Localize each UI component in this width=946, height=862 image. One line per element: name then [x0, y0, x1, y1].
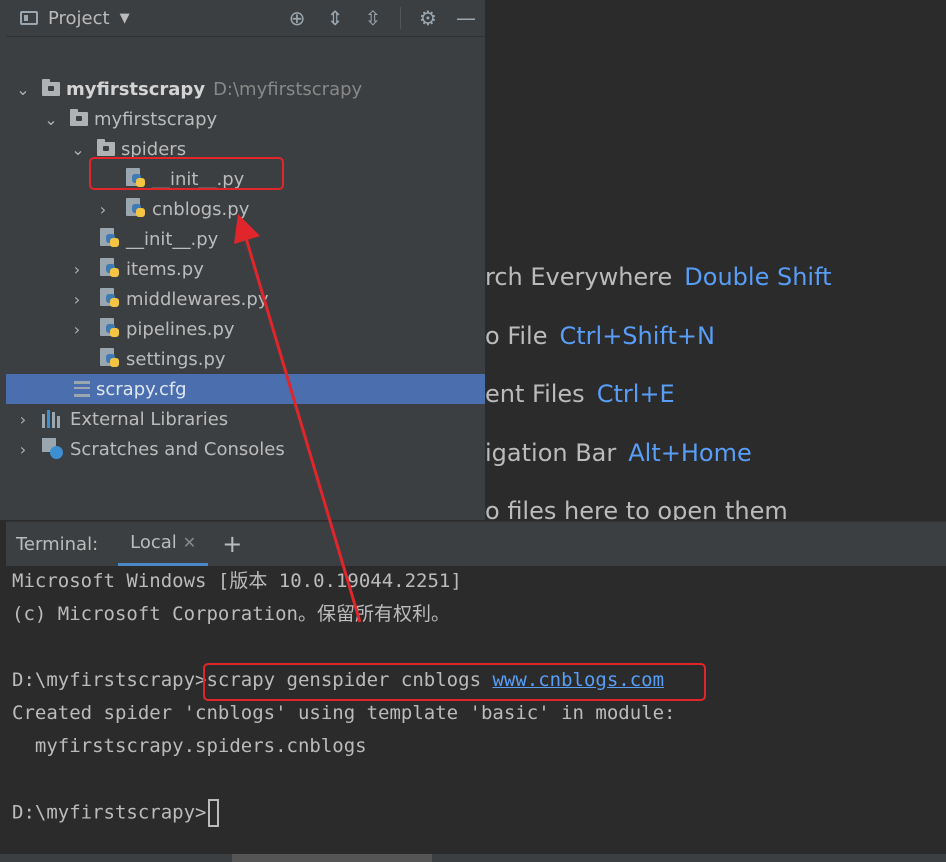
project-panel: Project ▼ ⊕ ⇕ ⇳ ⚙ — ⌄ myfirstscrapy D:\m…	[6, 0, 485, 520]
chevron-right-icon[interactable]: ›	[68, 260, 86, 279]
header-toolbar: ⊕ ⇕ ⇳ ⚙ —	[286, 0, 477, 36]
editor-empty-area: rch Everywhere Double Shift o File Ctrl+Sh…	[485, 0, 946, 520]
annotation-box-command	[203, 663, 706, 701]
tree-item-items[interactable]: › items.py	[6, 254, 485, 284]
chevron-down-icon[interactable]: ▼	[120, 11, 130, 26]
project-panel-title[interactable]: Project	[48, 8, 110, 29]
hide-panel-icon[interactable]: —	[455, 0, 477, 36]
python-file-icon	[100, 228, 120, 250]
tree-item-label: scrapy.cfg	[96, 378, 187, 400]
hint-text: o File	[485, 322, 548, 350]
tab-local[interactable]: Local ✕	[118, 522, 209, 566]
editor-hint: igation Bar Alt+Home	[485, 439, 752, 467]
tree-item-label: settings.py	[126, 348, 226, 370]
tree-item-label: items.py	[126, 258, 204, 280]
collapse-all-icon[interactable]: ⇳	[362, 0, 384, 36]
python-file-icon	[126, 198, 146, 220]
python-file-icon	[100, 258, 120, 280]
tree-item-cnblogs[interactable]: › cnblogs.py	[6, 194, 485, 224]
locate-icon[interactable]: ⊕	[286, 0, 308, 36]
terminal-line: Microsoft Windows [版本 10.0.19044.2251]	[12, 570, 462, 592]
tree-item-scrapy-cfg[interactable]: scrapy.cfg	[6, 374, 485, 404]
hint-shortcut: Ctrl+E	[596, 380, 675, 408]
gear-icon[interactable]: ⚙	[417, 0, 439, 36]
folder-icon	[42, 79, 60, 96]
terminal-line: D:\myfirstscrapy>	[12, 799, 220, 827]
scratches-icon	[42, 438, 64, 460]
editor-hint: ent Files Ctrl+E	[485, 380, 675, 408]
hint-text: igation Bar	[485, 439, 617, 467]
tree-item-label: __init__.py	[126, 228, 219, 250]
add-tab-icon[interactable]: +	[222, 530, 242, 558]
library-icon	[42, 410, 64, 428]
hint-text: o files here to open them	[485, 497, 788, 520]
tree-item-label: myfirstscrapy	[66, 78, 206, 100]
editor-hint: o files here to open them	[485, 497, 788, 520]
terminal-prompt: D:\myfirstscrapy>	[12, 801, 207, 824]
terminal-output[interactable]: Microsoft Windows [版本 10.0.19044.2251] (…	[0, 566, 946, 862]
terminal-header: Terminal: Local ✕ +	[6, 521, 946, 566]
tree-item-label: middlewares.py	[126, 288, 269, 310]
tab-label: Local	[130, 532, 177, 553]
tree-item-label: myfirstscrapy	[94, 108, 218, 130]
terminal-prompt: D:\myfirstscrapy>	[12, 669, 207, 691]
hint-text: rch Everywhere	[485, 263, 673, 291]
expand-all-icon[interactable]: ⇕	[324, 0, 346, 36]
editor-hint: rch Everywhere Double Shift	[485, 263, 832, 291]
hint-shortcut: Ctrl+Shift+N	[559, 322, 715, 350]
tree-item-package[interactable]: ⌄ myfirstscrapy	[6, 104, 485, 134]
package-folder-icon	[97, 139, 115, 156]
project-view-icon	[20, 11, 38, 25]
python-file-icon	[100, 318, 120, 340]
python-file-icon	[100, 288, 120, 310]
terminal-line: myfirstscrapy.spiders.cnblogs	[12, 735, 367, 757]
tree-item-label: pipelines.py	[126, 318, 235, 340]
hint-shortcut: Alt+Home	[628, 439, 752, 467]
tree-item-label: cnblogs.py	[152, 198, 250, 220]
tree-item-middlewares[interactable]: › middlewares.py	[6, 284, 485, 314]
terminal-line: (c) Microsoft Corporation。保留所有权利。	[12, 603, 450, 625]
chevron-right-icon[interactable]: ›	[68, 290, 86, 309]
tree-item-init[interactable]: __init__.py	[6, 224, 485, 254]
terminal-cursor	[208, 799, 220, 827]
package-folder-icon	[70, 109, 88, 126]
toolbar-divider	[400, 7, 401, 29]
tree-item-label: Scratches and Consoles	[70, 438, 285, 460]
tree-item-root[interactable]: ⌄ myfirstscrapy D:\myfirstscrapy	[6, 74, 485, 104]
tree-item-settings[interactable]: settings.py	[6, 344, 485, 374]
terminal-label: Terminal:	[16, 533, 99, 555]
chevron-right-icon[interactable]: ›	[68, 320, 86, 339]
tree-item-scratches[interactable]: › Scratches and Consoles	[6, 434, 485, 464]
hint-text: ent Files	[485, 380, 585, 408]
horizontal-scrollbar[interactable]	[0, 854, 946, 862]
terminal-line: Created spider 'cnblogs' using template …	[12, 702, 676, 724]
chevron-right-icon[interactable]: ›	[94, 200, 112, 219]
config-file-icon	[74, 381, 90, 397]
tree-item-path: D:\myfirstscrapy	[213, 78, 363, 100]
close-icon[interactable]: ✕	[183, 533, 196, 552]
chevron-down-icon[interactable]: ⌄	[69, 140, 87, 159]
chevron-down-icon[interactable]: ⌄	[42, 110, 60, 129]
tree-item-external-libraries[interactable]: › External Libraries	[6, 404, 485, 434]
editor-hint: o File Ctrl+Shift+N	[485, 322, 715, 350]
chevron-right-icon[interactable]: ›	[14, 440, 32, 459]
project-panel-header: Project ▼ ⊕ ⇕ ⇳ ⚙ —	[6, 0, 485, 37]
python-file-icon	[100, 348, 120, 370]
annotation-box-cnblogs	[89, 157, 284, 190]
chevron-right-icon[interactable]: ›	[14, 410, 32, 429]
chevron-down-icon[interactable]: ⌄	[14, 80, 32, 99]
hint-shortcut: Double Shift	[684, 263, 832, 291]
tree-item-pipelines[interactable]: › pipelines.py	[6, 314, 485, 344]
tree-item-label: External Libraries	[70, 408, 229, 430]
